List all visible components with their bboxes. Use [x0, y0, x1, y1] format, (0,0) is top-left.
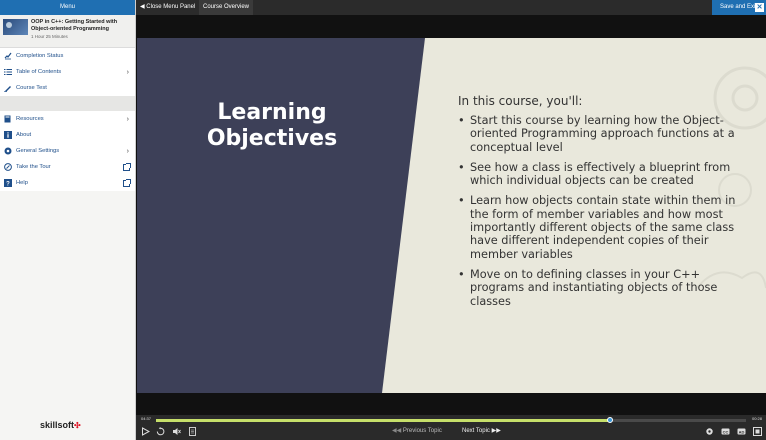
- menu-item-label: Table of Contents: [16, 69, 62, 75]
- svg-text:AD: AD: [739, 429, 745, 434]
- slide-stage: Learning Objectives In this course, you'…: [136, 15, 766, 415]
- table-of-contents-icon: [4, 69, 12, 75]
- menu-group-main: Completion Status Table of Contents › Co…: [0, 48, 135, 96]
- tab-course-overview[interactable]: Course Overview: [199, 0, 254, 15]
- svg-text:?: ?: [6, 182, 10, 188]
- menu-item-label: Take the Tour: [16, 164, 51, 170]
- brand-name: skillsoft: [40, 420, 75, 430]
- menu-item-general-settings[interactable]: General Settings ›: [0, 143, 135, 159]
- menu-panel: Menu OOP in C++: Getting Started with Ob…: [0, 0, 136, 440]
- slide-intro: In this course, you'll:: [458, 94, 583, 108]
- elapsed-time: 04:37: [141, 416, 152, 421]
- volume-icon[interactable]: [172, 427, 181, 436]
- save-and-exit-button[interactable]: Save and Exit ✕: [712, 0, 766, 15]
- menu-header: Menu: [0, 0, 135, 15]
- objectives-list: Start this course by learning how the Ob…: [457, 114, 757, 315]
- total-time: 00:28: [751, 416, 762, 421]
- menu-item-completion-status[interactable]: Completion Status: [0, 48, 135, 64]
- replay-icon[interactable]: [156, 427, 165, 436]
- play-icon[interactable]: [141, 427, 150, 436]
- slide-title-line2: Objectives: [206, 126, 338, 151]
- slide-title: Learning Objectives: [177, 100, 367, 152]
- save-and-exit-label: Save and Exit: [720, 4, 758, 10]
- previous-icon: ◀◀: [392, 428, 403, 434]
- objective-item: See how a class is effectively a bluepri…: [457, 161, 757, 188]
- chevron-right-icon: ›: [126, 115, 129, 123]
- external-link-icon: [123, 178, 131, 187]
- tour-icon: [4, 163, 12, 171]
- course-thumbnail: [3, 19, 28, 35]
- course-duration: 1 Hour 25 Minutes: [31, 34, 68, 39]
- objective-item: Move on to defining classes in your C++ …: [457, 268, 757, 308]
- player-controls: 04:37 00:28 ◀◀ Previous Topic Next Topic…: [136, 415, 766, 440]
- menu-item-label: Course Test: [16, 85, 47, 91]
- close-icon: ✕: [755, 3, 764, 12]
- skillsoft-logo: skillsoft✣: [40, 420, 81, 430]
- svg-text:CC: CC: [723, 429, 729, 434]
- course-player: Menu OOP in C++: Getting Started with Ob…: [0, 0, 766, 440]
- chevron-right-icon: ›: [126, 147, 129, 155]
- fullscreen-icon[interactable]: [753, 427, 762, 436]
- transcript-icon[interactable]: [188, 427, 197, 436]
- course-card: OOP in C++: Getting Started with Object-…: [0, 15, 135, 48]
- menu-item-label: General Settings: [16, 148, 60, 154]
- slide-title-line1: Learning: [217, 100, 327, 125]
- audio-description-icon[interactable]: AD: [737, 427, 746, 436]
- next-topic-button[interactable]: Next Topic ▶▶: [462, 426, 501, 436]
- menu-item-label: About: [16, 132, 32, 138]
- menu-item-label: Completion Status: [16, 53, 64, 59]
- objective-item: Start this course by learning how the Ob…: [457, 114, 757, 154]
- resources-icon: [4, 115, 11, 123]
- menu-divider: [0, 96, 135, 111]
- course-title: OOP in C++: Getting Started with Object-…: [31, 19, 118, 32]
- course-test-icon: [4, 86, 11, 92]
- completion-status-icon: [4, 52, 12, 60]
- settings-icon: [4, 147, 12, 155]
- external-link-icon: [123, 162, 131, 171]
- menu-item-take-the-tour[interactable]: Take the Tour: [0, 159, 135, 175]
- menu-item-help[interactable]: ? Help: [0, 175, 135, 191]
- info-icon: [4, 131, 12, 139]
- menu-item-label: Help: [16, 180, 28, 186]
- menu-item-about[interactable]: About: [0, 127, 135, 143]
- next-icon: ▶▶: [489, 428, 501, 434]
- next-topic-label: Next Topic: [462, 428, 490, 434]
- progress-handle[interactable]: [607, 417, 614, 423]
- close-menu-panel-button[interactable]: ◀ Close Menu Panel: [140, 0, 195, 15]
- menu-item-course-test[interactable]: Course Test: [0, 80, 135, 96]
- closed-captions-icon[interactable]: CC: [721, 427, 730, 436]
- help-icon: ?: [4, 179, 12, 187]
- menu-item-resources[interactable]: Resources ›: [0, 111, 135, 127]
- chevron-right-icon: ›: [126, 68, 129, 76]
- previous-topic-button[interactable]: ◀◀ Previous Topic: [392, 426, 442, 436]
- top-bar: ◀ Close Menu Panel Course Overview Save …: [136, 0, 766, 15]
- objective-item: Learn how objects contain state within t…: [457, 194, 757, 260]
- previous-topic-label: Previous Topic: [402, 428, 442, 434]
- menu-item-table-of-contents[interactable]: Table of Contents ›: [0, 64, 135, 80]
- menu-group-secondary: Resources › About General Settings › Tak…: [0, 111, 135, 191]
- progress-track[interactable]: [156, 417, 746, 423]
- close-menu-panel-label: Close Menu Panel: [146, 4, 196, 10]
- menu-item-label: Resources: [16, 116, 44, 122]
- slide: Learning Objectives In this course, you'…: [137, 38, 766, 393]
- progress-fill: [156, 419, 611, 422]
- logo-mark-icon: ✣: [74, 421, 81, 430]
- settings-gear-icon[interactable]: [705, 427, 714, 436]
